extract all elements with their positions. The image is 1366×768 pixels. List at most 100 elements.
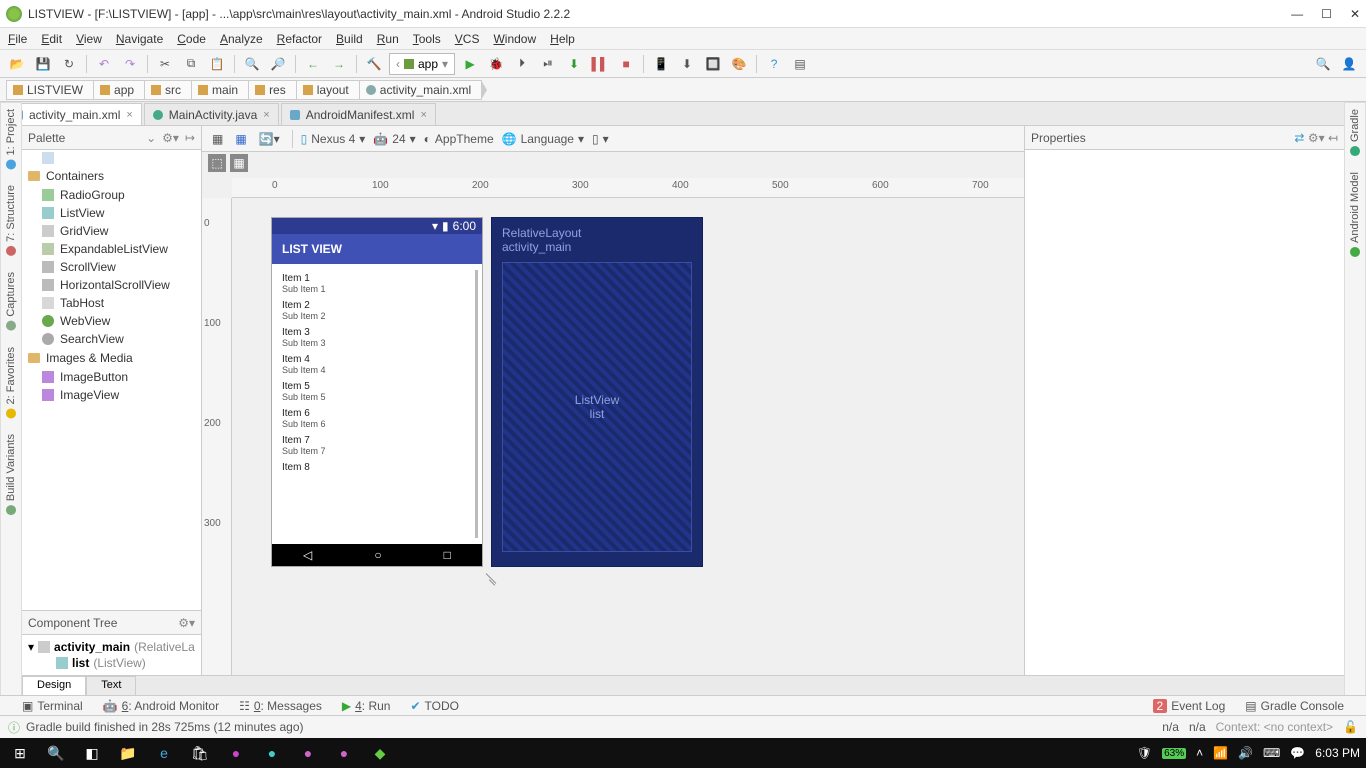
toolwindow-android-monitor[interactable]: 🤖6: Android Monitor — [103, 699, 219, 713]
crumb-main[interactable]: main — [191, 80, 249, 100]
chevron-up-icon[interactable]: ˄ — [1196, 746, 1203, 760]
toolwindow-terminal[interactable]: ▣Terminal — [22, 699, 83, 713]
toolwindow-7-structure[interactable]: 7: Structure — [5, 185, 17, 256]
menu-build[interactable]: Build — [336, 32, 363, 46]
toolwindow-run[interactable]: ▶4: Run — [342, 699, 391, 713]
crumb-res[interactable]: res — [248, 80, 297, 100]
resize-handle[interactable] — [484, 572, 500, 588]
blueprint-child[interactable]: ListView list — [502, 262, 692, 552]
hide-icon[interactable]: ↤ — [1328, 131, 1338, 145]
tab-design[interactable]: Design — [22, 676, 86, 695]
sdk-manager-icon[interactable]: ⬇ — [676, 53, 698, 75]
close-icon[interactable]: × — [263, 109, 269, 121]
swap-icon[interactable]: ⇄ — [1294, 131, 1304, 145]
menu-file[interactable]: File — [8, 32, 27, 46]
expand-icon[interactable]: ▾ — [28, 640, 34, 654]
theme-selector[interactable]: ◐ AppTheme — [424, 132, 494, 146]
system-tray[interactable]: 🛡 63% ˄ 📶 🔊 ⌨ 💬 6:03 PM — [1137, 746, 1360, 760]
close-icon[interactable]: × — [126, 109, 132, 121]
lock-icon[interactable]: 🔓 — [1343, 720, 1358, 734]
stop-icon[interactable]: ■ — [615, 53, 637, 75]
tab-text[interactable]: Text — [86, 676, 136, 695]
action-center-icon[interactable]: 💬 — [1290, 746, 1305, 760]
toolwindow-build-variants[interactable]: Build Variants — [5, 434, 17, 515]
api-selector[interactable]: 🤖 24▾ — [373, 132, 415, 146]
cut-icon[interactable]: ✂ — [154, 53, 176, 75]
close-button[interactable]: ✕ — [1350, 7, 1360, 21]
app-icon[interactable]: ● — [294, 741, 322, 765]
crumb-layout[interactable]: layout — [296, 80, 360, 100]
toolwindow-1-project[interactable]: 1: Project — [5, 109, 17, 169]
task-view-icon[interactable]: ◧ — [78, 741, 106, 765]
toolwindow-todo[interactable]: ✔TODO — [410, 699, 459, 713]
hide-icon[interactable]: ↦ — [185, 131, 195, 145]
maximize-button[interactable]: ☐ — [1321, 7, 1332, 21]
replace-icon[interactable]: 🔎 — [267, 53, 289, 75]
paste-icon[interactable]: 📋 — [206, 53, 228, 75]
undo-icon[interactable]: ↶ — [93, 53, 115, 75]
palette-list[interactable]: ContainersRadioGroupListViewGridViewExpa… — [22, 150, 201, 610]
menu-view[interactable]: View — [76, 32, 102, 46]
menu-run[interactable]: Run — [377, 32, 399, 46]
gear-icon[interactable]: ⚙▾ — [178, 616, 195, 630]
menu-refactor[interactable]: Refactor — [277, 32, 322, 46]
make-icon[interactable]: 🔨 — [363, 53, 385, 75]
menu-navigate[interactable]: Navigate — [116, 32, 163, 46]
toolwindow-captures[interactable]: Captures — [5, 272, 17, 331]
search-icon[interactable]: 🔍 — [42, 741, 70, 765]
volume-icon[interactable]: 🔊 — [1238, 746, 1253, 760]
palette-item[interactable]: TabHost — [22, 294, 201, 312]
editor-tab[interactable]: AndroidManifest.xml× — [281, 103, 436, 125]
menu-vcs[interactable]: VCS — [455, 32, 480, 46]
android-studio-icon[interactable]: ◆ — [366, 741, 394, 765]
input-icon[interactable]: ⌨ — [1263, 746, 1280, 760]
forward-icon[interactable]: → — [328, 53, 350, 75]
toolwindow-gradle[interactable]: Gradle — [1349, 109, 1361, 156]
palette-item[interactable]: WebView — [22, 312, 201, 330]
palette-item[interactable]: ImageButton — [22, 368, 201, 386]
toolwindow-2-favorites[interactable]: 2: Favorites — [5, 347, 17, 418]
blueprint-icon[interactable]: ▦ — [231, 132, 250, 146]
attach-icon[interactable]: ⏯ — [537, 53, 559, 75]
palette-item[interactable]: ExpandableListView — [22, 240, 201, 258]
store-icon[interactable]: 🛍 — [186, 741, 214, 765]
filter-icon[interactable]: ⌄ — [146, 131, 156, 145]
profile-icon[interactable]: ⏵ — [511, 53, 533, 75]
edge-icon[interactable]: e — [150, 741, 178, 765]
select-mode-icon[interactable]: ⬚ — [208, 154, 226, 172]
user-icon[interactable]: 👤 — [1338, 53, 1360, 75]
gear-icon[interactable]: ⚙▾ — [1308, 131, 1325, 145]
device-selector[interactable]: ▯ Nexus 4▾ — [301, 132, 366, 146]
design-surface-icon[interactable]: ▦ — [208, 132, 227, 146]
component-tree[interactable]: ▾ activity_main (RelativeLa list (ListVi… — [22, 635, 201, 675]
language-selector[interactable]: 🌐 Language▾ — [502, 132, 584, 146]
structure-icon[interactable]: ▤ — [789, 53, 811, 75]
redo-icon[interactable]: ↷ — [119, 53, 141, 75]
copy-icon[interactable]: ⧉ — [180, 53, 202, 75]
minimize-button[interactable]: — — [1291, 7, 1303, 21]
search-everywhere-icon[interactable]: 🔍 — [1312, 53, 1334, 75]
device-preview[interactable]: ▾ ▮ 6:00 LIST VIEW Item 1Sub Item 1Item … — [272, 218, 482, 566]
layout-inspector-icon[interactable]: 🔲 — [702, 53, 724, 75]
menu-edit[interactable]: Edit — [41, 32, 62, 46]
blueprint-preview[interactable]: RelativeLayout activity_main ListView li… — [492, 218, 702, 566]
tree-row-child[interactable]: list (ListView) — [28, 655, 195, 671]
palette-item[interactable]: ListView — [22, 204, 201, 222]
find-icon[interactable]: 🔍 — [241, 53, 263, 75]
explorer-icon[interactable]: 📁 — [114, 741, 142, 765]
stop-icon[interactable]: ⬇ — [563, 53, 585, 75]
help-icon[interactable]: ? — [763, 53, 785, 75]
gear-icon[interactable]: ⚙▾ — [162, 131, 179, 145]
close-icon[interactable]: × — [420, 109, 426, 121]
open-icon[interactable]: 📂 — [6, 53, 28, 75]
network-icon[interactable]: 📶 — [1213, 746, 1228, 760]
crumb-src[interactable]: src — [144, 80, 192, 100]
palette-item[interactable]: ScrollView — [22, 258, 201, 276]
menu-help[interactable]: Help — [550, 32, 575, 46]
palette-item[interactable]: RadioGroup — [22, 186, 201, 204]
avd-manager-icon[interactable]: 📱 — [650, 53, 672, 75]
battery-indicator[interactable]: 63% — [1162, 748, 1186, 759]
toolwindow-android-model[interactable]: Android Model — [1349, 172, 1361, 257]
save-icon[interactable]: 💾 — [32, 53, 54, 75]
palette-item[interactable] — [22, 150, 201, 166]
